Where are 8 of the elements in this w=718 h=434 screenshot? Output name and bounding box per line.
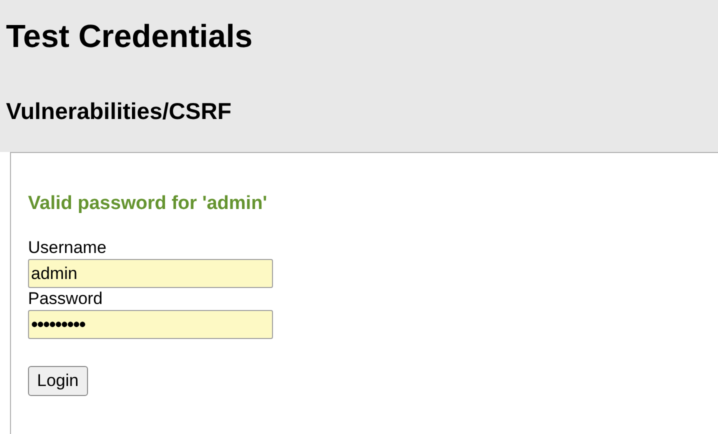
status-message: Valid password for 'admin': [28, 192, 268, 216]
input-field[interactable]: admin: [28, 259, 273, 288]
field-label: Password: [28, 288, 104, 310]
input-field[interactable]: •••••••••: [28, 310, 273, 339]
login-button[interactable]: Login: [28, 366, 88, 396]
page-title: Test Credentials: [6, 17, 254, 56]
page-subtitle: Vulnerabilities/CSRF: [6, 97, 232, 126]
field-label: Username: [28, 237, 108, 259]
